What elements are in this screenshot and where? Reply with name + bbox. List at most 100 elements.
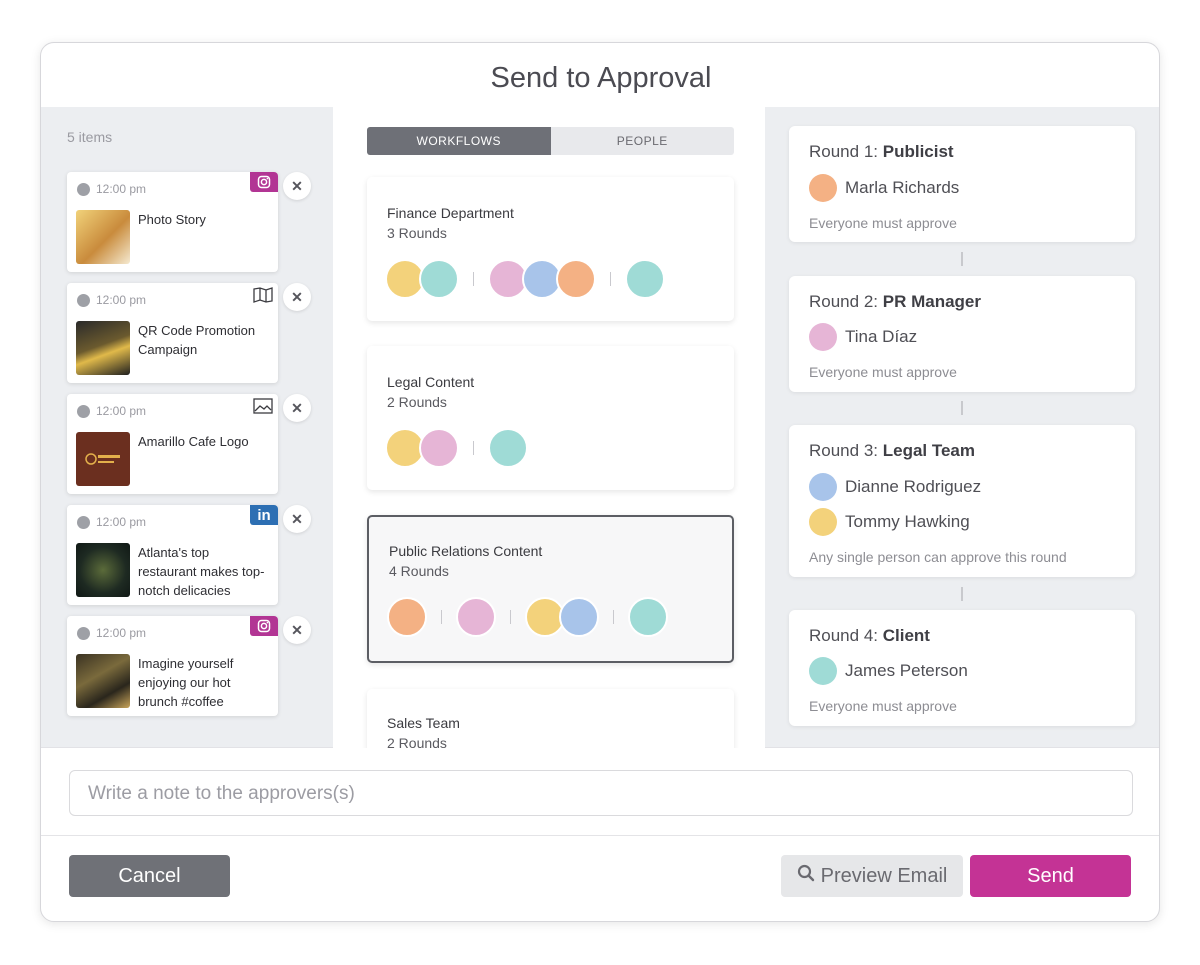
workflow-card[interactable]: Finance Department 3 Rounds bbox=[367, 177, 734, 321]
workflow-rounds: 3 Rounds bbox=[387, 225, 447, 241]
remove-item-button[interactable]: ✕ bbox=[283, 505, 311, 533]
book-icon bbox=[252, 286, 274, 304]
instagram-icon bbox=[250, 616, 278, 636]
workflow-card-selected[interactable]: Public Relations Content 4 Rounds bbox=[367, 515, 734, 663]
post-thumbnail bbox=[76, 543, 130, 597]
send-to-approval-dialog: Send to Approval 5 items 12:00 pm Photo … bbox=[40, 42, 1160, 922]
avatar bbox=[559, 597, 599, 637]
workflow-rounds: 2 Rounds bbox=[387, 394, 447, 410]
round-card: Round 3: Legal Team Dianne Rodriguez Tom… bbox=[789, 425, 1135, 577]
cancel-button[interactable]: Cancel bbox=[69, 855, 230, 897]
post-item[interactable]: 12:00 pm Photo Story bbox=[67, 172, 278, 272]
instagram-icon bbox=[250, 172, 278, 192]
round-connector bbox=[961, 587, 963, 601]
workflow-rounds: 2 Rounds bbox=[387, 735, 447, 748]
post-thumbnail bbox=[76, 210, 130, 264]
avatar bbox=[809, 174, 837, 202]
avatar bbox=[387, 597, 427, 637]
avatar bbox=[556, 259, 596, 299]
round-card: Round 1: Publicist Marla Richards Everyo… bbox=[789, 126, 1135, 242]
post-item[interactable]: 12:00 pm in Atlanta's top restaurant mak… bbox=[67, 505, 278, 605]
remove-item-button[interactable]: ✕ bbox=[283, 283, 311, 311]
workflow-name: Finance Department bbox=[387, 205, 514, 221]
approval-rule: Any single person can approve this round bbox=[809, 549, 1067, 565]
round-title: Round 4: Client bbox=[809, 626, 930, 645]
workflow-rounds: 4 Rounds bbox=[389, 563, 449, 579]
post-time: 12:00 pm bbox=[77, 404, 146, 418]
remove-item-button[interactable]: ✕ bbox=[283, 394, 311, 422]
avatar bbox=[488, 428, 528, 468]
avatar bbox=[456, 597, 496, 637]
post-title: Atlanta's top restaurant makes top-notch… bbox=[138, 545, 265, 598]
approval-rule: Everyone must approve bbox=[809, 698, 957, 714]
post-thumbnail bbox=[76, 654, 130, 708]
avatar bbox=[809, 657, 837, 685]
workflow-card[interactable]: Sales Team 2 Rounds bbox=[367, 689, 734, 748]
status-dot bbox=[77, 515, 90, 529]
post-title: Amarillo Cafe Logo bbox=[138, 434, 249, 449]
approver: Marla Richards bbox=[809, 174, 959, 202]
post-time: 12:00 pm bbox=[77, 293, 146, 307]
dialog-body: 5 items 12:00 pm Photo Story ✕ 12:00 pm … bbox=[41, 107, 1159, 748]
tab-workflows[interactable]: WORKFLOWS bbox=[367, 127, 551, 155]
workflow-name: Sales Team bbox=[387, 715, 460, 731]
round-card: Round 4: Client James Peterson Everyone … bbox=[789, 610, 1135, 726]
workflows-people-toggle: WORKFLOWS PEOPLE bbox=[367, 127, 734, 155]
image-icon bbox=[252, 397, 274, 415]
post-time: 12:00 pm bbox=[77, 626, 146, 640]
remove-item-button[interactable]: ✕ bbox=[283, 172, 311, 200]
post-item[interactable]: 12:00 pm Amarillo Cafe Logo bbox=[67, 394, 278, 494]
workflow-avatars bbox=[385, 259, 665, 299]
post-item[interactable]: 12:00 pm QR Code Promotion Campaign bbox=[67, 283, 278, 383]
round-title: Round 1: Publicist bbox=[809, 142, 954, 161]
approver: James Peterson bbox=[809, 657, 968, 685]
round-connector bbox=[961, 401, 963, 415]
linkedin-icon: in bbox=[250, 505, 278, 525]
send-button[interactable]: Send bbox=[970, 855, 1131, 897]
workflow-card[interactable]: Legal Content 2 Rounds bbox=[367, 346, 734, 490]
approval-rule: Everyone must approve bbox=[809, 215, 957, 231]
post-title: Imagine yourself enjoying our hot brunch… bbox=[138, 656, 234, 709]
post-time: 12:00 pm bbox=[77, 515, 146, 529]
avatar bbox=[809, 473, 837, 501]
post-time: 12:00 pm bbox=[77, 182, 146, 196]
tab-people[interactable]: PEOPLE bbox=[550, 127, 734, 155]
avatar bbox=[809, 508, 837, 536]
items-panel: 5 items 12:00 pm Photo Story ✕ 12:00 pm … bbox=[41, 107, 333, 748]
dialog-title: Send to Approval bbox=[490, 62, 712, 94]
search-icon bbox=[797, 864, 815, 888]
remove-item-button[interactable]: ✕ bbox=[283, 616, 311, 644]
post-item[interactable]: 12:00 pm Imagine yourself enjoying our h… bbox=[67, 616, 278, 716]
post-thumbnail bbox=[76, 321, 130, 375]
approver: Tommy Hawking bbox=[809, 508, 970, 536]
workflow-name: Legal Content bbox=[387, 374, 475, 390]
avatar bbox=[809, 323, 837, 351]
status-dot bbox=[77, 293, 90, 307]
avatar bbox=[419, 428, 459, 468]
round-title: Round 2: PR Manager bbox=[809, 292, 981, 311]
note-input[interactable]: Write a note to the approvers(s) bbox=[69, 770, 1133, 816]
status-dot bbox=[77, 626, 90, 640]
footer-divider bbox=[41, 835, 1159, 836]
preview-email-button[interactable]: Preview Email bbox=[781, 855, 963, 897]
avatar bbox=[419, 259, 459, 299]
round-card: Round 2: PR Manager Tina Díaz Everyone m… bbox=[789, 276, 1135, 392]
post-title: QR Code Promotion Campaign bbox=[138, 323, 256, 357]
items-count: 5 items bbox=[67, 129, 113, 145]
approval-rule: Everyone must approve bbox=[809, 364, 957, 380]
workflow-avatars bbox=[387, 597, 668, 637]
approver: Dianne Rodriguez bbox=[809, 473, 981, 501]
post-thumbnail bbox=[76, 432, 130, 486]
status-dot bbox=[77, 404, 90, 418]
workflow-avatars bbox=[385, 428, 528, 468]
status-dot bbox=[77, 182, 90, 196]
avatar bbox=[628, 597, 668, 637]
rounds-panel: Round 1: Publicist Marla Richards Everyo… bbox=[765, 107, 1159, 748]
avatar bbox=[625, 259, 665, 299]
round-connector bbox=[961, 252, 963, 266]
post-title: Photo Story bbox=[138, 212, 206, 227]
approver: Tina Díaz bbox=[809, 323, 917, 351]
round-title: Round 3: Legal Team bbox=[809, 441, 976, 460]
workflows-panel: WORKFLOWS PEOPLE Finance Department 3 Ro… bbox=[333, 107, 765, 748]
workflow-name: Public Relations Content bbox=[389, 543, 543, 559]
